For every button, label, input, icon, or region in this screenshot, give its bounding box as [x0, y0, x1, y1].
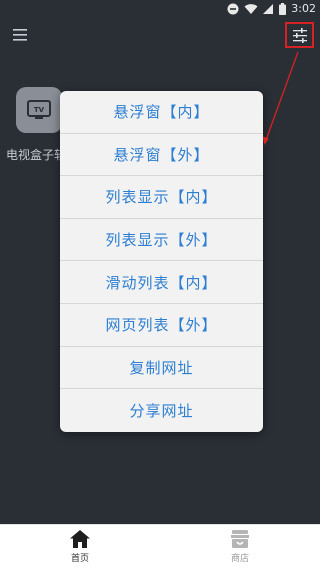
- nav-item-store[interactable]: 商店: [160, 525, 320, 568]
- menu-item-scroll-list-inner[interactable]: 滑动列表【内】: [60, 261, 263, 304]
- menu-item-float-inner[interactable]: 悬浮窗【内】: [60, 91, 263, 134]
- status-icons: 3:02: [227, 2, 316, 16]
- popup-menu: 悬浮窗【内】 悬浮窗【外】 列表显示【内】 列表显示【外】 滑动列表【内】 网页…: [60, 91, 263, 432]
- nav-item-home[interactable]: 首页: [0, 525, 160, 568]
- menu-item-copy-url[interactable]: 复制网址: [60, 347, 263, 390]
- app-bar: [0, 18, 320, 52]
- menu-item-list-inner[interactable]: 列表显示【内】: [60, 176, 263, 219]
- dnd-icon: [227, 3, 239, 15]
- home-icon: [70, 529, 90, 548]
- menu-item-list-outer[interactable]: 列表显示【外】: [60, 219, 263, 262]
- menu-item-web-list-outer[interactable]: 网页列表【外】: [60, 304, 263, 347]
- svg-text:TV: TV: [34, 106, 45, 114]
- signal-icon: [263, 4, 274, 14]
- status-bar: 3:02: [0, 0, 320, 18]
- wifi-icon: [244, 4, 258, 14]
- nav-label-home: 首页: [70, 553, 89, 564]
- store-icon: [231, 529, 249, 548]
- bottom-nav: 首页 商店: [0, 524, 320, 568]
- tv-icon: TV: [27, 100, 51, 119]
- status-time: 3:02: [291, 2, 316, 15]
- sliders-icon[interactable]: [285, 22, 314, 48]
- menu-item-share-url[interactable]: 分享网址: [60, 389, 263, 432]
- menu-item-float-outer[interactable]: 悬浮窗【外】: [60, 134, 263, 177]
- battery-icon: [279, 3, 287, 15]
- nav-label-store: 商店: [230, 553, 249, 564]
- hamburger-menu-icon[interactable]: [12, 27, 30, 41]
- app-tile[interactable]: TV: [16, 87, 62, 133]
